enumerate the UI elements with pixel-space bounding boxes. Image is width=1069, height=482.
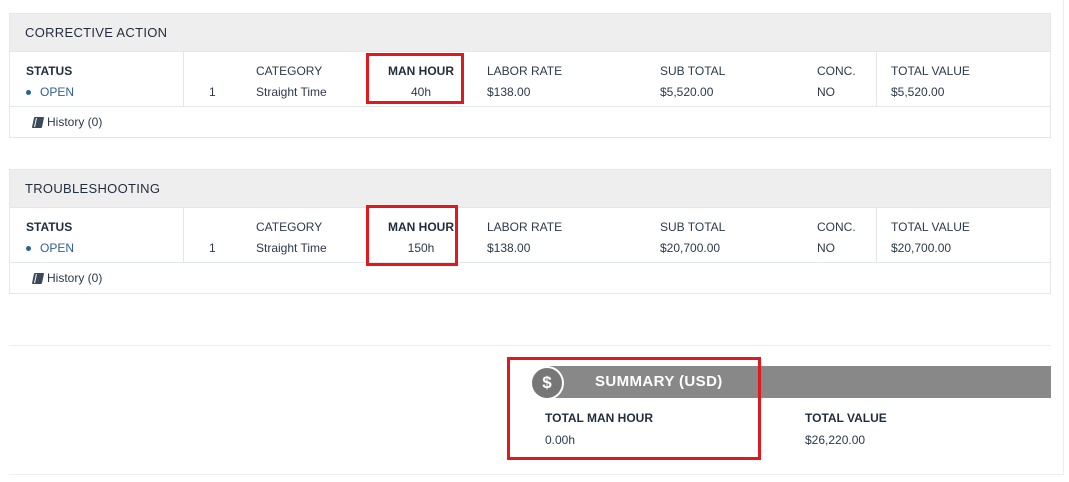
summary-total-value-header: TOTAL VALUE [805,411,887,425]
total-value-value: $20,700.00 [891,241,952,255]
total-man-hour-value: 0.00h [545,433,576,447]
history-link[interactable]: History (0) [10,263,1050,293]
summary-total-value-value: $26,220.00 [805,433,866,447]
category-value: Straight Time [256,85,327,99]
status-value: OPEN [26,85,74,99]
status-header: STATUS [26,64,73,78]
sub-total-value: $5,520.00 [660,85,714,99]
total-value-value: $5,520.00 [891,85,945,99]
man-hour-value: 150h [407,241,435,255]
status-text: OPEN [40,85,75,99]
row-index: 1 [209,85,216,99]
labor-rate-header: LABOR RATE [487,220,563,234]
labor-rate-value: $138.00 [487,85,531,99]
sub-total-header: SUB TOTAL [660,64,726,78]
dollar-icon: $ [532,368,562,398]
troubleshooting-panel: TROUBLESHOOTING STATUS OPEN 1 CATEGORY S… [9,169,1051,294]
book-icon [31,272,45,284]
conc-header: CONC. [817,220,856,234]
panel-title: TROUBLESHOOTING [25,181,161,196]
conc-header: CONC. [817,64,856,78]
conc-value: NO [817,241,835,255]
history-label: History (0) [47,271,103,285]
labor-rate-header: LABOR RATE [487,64,563,78]
table-row: STATUS OPEN 1 CATEGORY Straight Time MAN… [10,52,1050,107]
row-index: 1 [209,241,216,255]
status-dot-icon [26,89,31,95]
status-header: STATUS [26,220,73,234]
total-value-header: TOTAL VALUE [891,64,970,78]
man-hour-header: MAN HOUR [388,64,454,78]
category-header: CATEGORY [256,220,323,234]
status-text: OPEN [40,241,75,255]
summary-title: SUMMARY (USD) [595,373,723,390]
panel-title: CORRECTIVE ACTION [25,25,168,40]
corrective-action-panel: CORRECTIVE ACTION STATUS OPEN 1 CATEGORY… [9,13,1051,138]
total-value-header: TOTAL VALUE [891,220,970,234]
status-value: OPEN [26,241,74,255]
category-value: Straight Time [256,241,327,255]
conc-value: NO [817,85,835,99]
man-hour-header: MAN HOUR [388,220,454,234]
panel-header: TROUBLESHOOTING [10,170,1050,208]
status-dot-icon [26,245,31,251]
book-icon [31,116,45,128]
labor-rate-value: $138.00 [487,241,531,255]
sub-total-header: SUB TOTAL [660,220,726,234]
man-hour-value: 40h [410,85,432,99]
table-row: STATUS OPEN 1 CATEGORY Straight Time MAN… [10,208,1050,263]
panel-header: CORRECTIVE ACTION [10,14,1050,52]
total-man-hour-header: TOTAL MAN HOUR [545,411,653,425]
sub-total-value: $20,700.00 [660,241,721,255]
history-link[interactable]: History (0) [10,107,1050,137]
bottom-border [9,474,1064,475]
right-border [1063,0,1064,475]
history-label: History (0) [47,115,103,129]
category-header: CATEGORY [256,64,323,78]
section-divider [9,345,1051,346]
